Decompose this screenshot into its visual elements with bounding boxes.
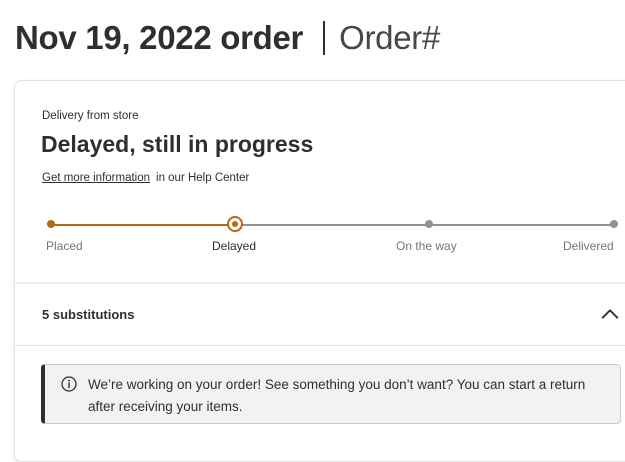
order-number-label: Order# — [339, 19, 440, 56]
substitutions-label: 5 substitutions — [42, 307, 135, 322]
alert-message: We’re working on your order! See somethi… — [88, 377, 586, 414]
step-label-delayed: Delayed — [212, 239, 257, 253]
step-dot-placed — [47, 220, 55, 228]
order-status-card: Delivery from store Delayed, still in pr… — [14, 80, 625, 462]
substitutions-toggle[interactable]: 5 substitutions — [15, 285, 625, 343]
step-dot-on-the-way — [425, 220, 433, 228]
delivery-type-label: Delivery from store — [42, 110, 139, 122]
step-dot-delivered — [610, 220, 618, 228]
order-info-alert: We’re working on your order! See somethi… — [41, 364, 621, 424]
page-header: Nov 19, 2022 order Order# — [15, 14, 440, 62]
chevron-up-icon[interactable] — [599, 303, 621, 325]
step-label-placed: Placed — [46, 239, 83, 253]
help-center-text: in our Help Center — [156, 172, 250, 184]
page-title: Nov 19, 2022 order — [15, 19, 304, 56]
section-divider — [15, 345, 625, 346]
step-label-delivered: Delivered — [563, 239, 614, 253]
step-label-on-the-way: On the way — [396, 239, 457, 253]
step-dot-delayed-current — [227, 216, 243, 232]
order-progress-tracker: Placed Delayed On the way Delivered — [15, 213, 625, 263]
order-status-title: Delayed, still in progress — [41, 131, 314, 157]
progress-line-complete — [51, 224, 235, 226]
title-divider — [323, 21, 326, 55]
help-row: Get more information in our Help Center — [42, 172, 249, 184]
get-more-information-link[interactable]: Get more information — [42, 172, 150, 184]
section-divider — [15, 282, 625, 284]
info-icon — [61, 376, 77, 392]
